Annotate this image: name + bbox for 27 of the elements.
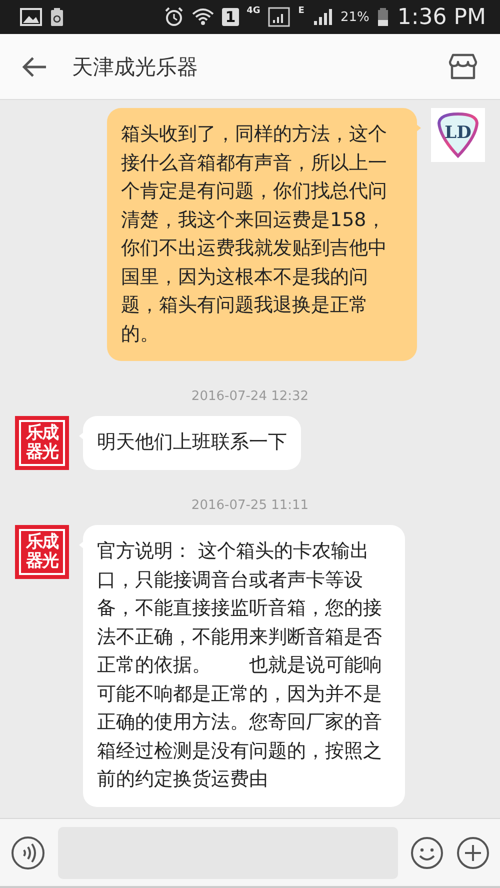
battery-icon (377, 7, 390, 27)
chat-title: 天津成光乐器 (72, 54, 199, 80)
message-timestamp: 2016-07-25 11:11 (191, 498, 309, 513)
smiley-icon (410, 836, 444, 870)
plus-icon (456, 836, 490, 870)
storefront-icon (448, 52, 478, 80)
seal-text: 乐成 (26, 424, 58, 443)
network-type-label: 4G (246, 6, 260, 16)
signal-icon (312, 7, 332, 27)
battery-percentage: 21% (340, 10, 370, 24)
emoji-button[interactable] (410, 836, 444, 870)
sim-card-number: 1 (222, 8, 239, 26)
image-icon (20, 8, 42, 26)
seal-text: 乐成 (26, 533, 58, 552)
message-timestamp: 2016-07-24 12:32 (191, 389, 309, 404)
alarm-clock-icon (164, 7, 184, 27)
voice-icon (10, 834, 46, 870)
seal-text: 器光 (26, 552, 58, 571)
wifi-icon (192, 7, 214, 27)
network-type-label: E (298, 6, 304, 16)
signal-icon (268, 7, 290, 27)
logo-text: LD (444, 123, 472, 143)
voice-button[interactable] (10, 834, 46, 870)
seal-text: 器光 (26, 443, 58, 462)
add-button[interactable] (456, 836, 490, 870)
back-arrow-icon (22, 56, 48, 78)
clock-time: 1:36 PM (397, 4, 486, 30)
